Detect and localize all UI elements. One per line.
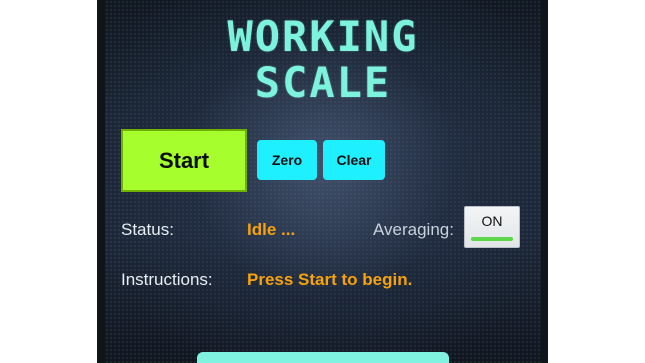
zero-button[interactable]: Zero [257, 140, 317, 180]
status-value: Idle ... [247, 220, 296, 239]
instructions-label: Instructions: [121, 270, 213, 289]
clear-button[interactable]: Clear [323, 140, 385, 180]
toggle-on-indicator [471, 237, 513, 241]
averaging-label: Averaging: [373, 220, 454, 239]
app-title-line-1: WORKING [227, 12, 419, 61]
start-button[interactable]: Start [121, 129, 247, 192]
app-title-line-2: SCALE [254, 58, 392, 107]
status-label: Status: [121, 220, 174, 239]
app-screen: WORKING SCALE Start Zero Clear Status: I… [105, 0, 541, 363]
bottom-action-bar[interactable] [197, 352, 449, 363]
averaging-toggle-state: ON [481, 213, 503, 229]
instructions-value: Press Start to begin. [247, 270, 413, 289]
averaging-toggle[interactable]: ON [464, 206, 520, 248]
